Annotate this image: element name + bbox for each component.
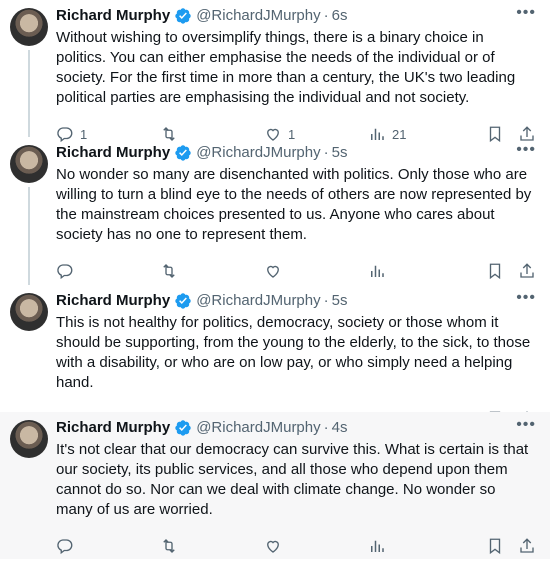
like-icon [267,540,279,553]
avatar-column [10,416,56,559]
reply-icon [57,539,73,555]
action-group-right [472,537,536,555]
timestamp[interactable]: 6s [332,4,348,28]
more-options-button[interactable]: ••• [516,5,536,21]
author-name[interactable]: Richard Murphy [56,4,170,28]
separator-dot: · [323,144,329,161]
tweet-text: No wonder so many are disenchanted with … [56,166,532,243]
author-handle[interactable]: @RichardJMurphy [196,289,320,313]
like-button[interactable] [264,262,304,280]
timestamp[interactable]: 5s [332,141,348,165]
bookmark-button[interactable] [486,537,504,555]
reply-button[interactable] [56,262,96,280]
avatar[interactable] [10,420,48,458]
more-options-button[interactable]: ••• [516,417,536,433]
separator-dot: · [323,419,329,436]
verified-badge-icon [174,7,192,25]
tweet-text: This is not healthy for politics, democr… [56,314,531,391]
tweet-body: Richard Murphy @RichardJMurphy · 5s No w… [56,141,536,285]
verified-badge-icon [174,419,192,437]
bookmark-icon [489,263,501,280]
more-options-button[interactable]: ••• [516,142,536,158]
like-button[interactable] [264,537,304,555]
tweet-body: Richard Murphy @RichardJMurphy · 5s This… [56,289,536,428]
retweet-icon [163,539,175,553]
share-button[interactable] [518,537,536,555]
bookmark-button[interactable] [486,262,504,280]
tweet[interactable]: Richard Murphy @RichardJMurphy · 5s This… [0,285,550,428]
views-icon [371,540,384,552]
tweet-header: Richard Murphy @RichardJMurphy · 5s [56,141,536,165]
tweet-header: Richard Murphy @RichardJMurphy · 5s [56,289,536,313]
reply-icon [57,264,73,280]
tweet-header: Richard Murphy @RichardJMurphy · 4s [56,416,536,440]
avatar[interactable] [10,8,48,46]
tweet[interactable]: Richard Murphy @RichardJMurphy · 4s It's… [0,412,550,559]
tweet-body: Richard Murphy @RichardJMurphy · 6s With… [56,4,536,143]
retweet-button[interactable] [160,262,200,280]
tweet-body: Richard Murphy @RichardJMurphy · 4s It's… [56,416,536,559]
like-icon [267,265,279,278]
tweet[interactable]: Richard Murphy @RichardJMurphy · 5s No w… [0,137,550,285]
avatar-column [10,4,56,137]
avatar[interactable] [10,293,48,331]
share-icon [520,263,534,278]
retweet-icon [163,264,175,278]
timestamp[interactable]: 4s [332,416,348,440]
avatar-column [10,289,56,412]
thread-line [28,187,30,285]
share-icon [520,538,534,553]
author-handle[interactable]: @RichardJMurphy [196,416,320,440]
action-group-right [472,262,536,280]
tweet[interactable]: Richard Murphy @RichardJMurphy · 6s With… [0,0,550,143]
retweet-button[interactable] [160,537,200,555]
author-handle[interactable]: @RichardJMurphy [196,141,320,165]
views-button[interactable] [368,537,408,555]
author-name[interactable]: Richard Murphy [56,416,170,440]
verified-badge-icon [174,292,192,310]
reply-button[interactable] [56,537,96,555]
timestamp[interactable]: 5s [332,289,348,313]
thread-line [28,50,30,137]
more-options-button[interactable]: ••• [516,290,536,306]
avatar-column [10,141,56,285]
share-button[interactable] [518,262,536,280]
action-bar [56,526,536,566]
author-name[interactable]: Richard Murphy [56,141,170,165]
tweet-text: It's not clear that our democracy can su… [56,441,529,518]
views-button[interactable] [368,262,408,280]
tweet-text: Without wishing to oversimplify things, … [56,29,516,106]
separator-dot: · [323,7,329,24]
author-handle[interactable]: @RichardJMurphy [196,4,320,28]
avatar[interactable] [10,145,48,183]
separator-dot: · [323,292,329,309]
verified-badge-icon [174,144,192,162]
author-name[interactable]: Richard Murphy [56,289,170,313]
tweet-header: Richard Murphy @RichardJMurphy · 6s [56,4,536,28]
bookmark-icon [489,538,501,555]
views-icon [371,265,384,277]
